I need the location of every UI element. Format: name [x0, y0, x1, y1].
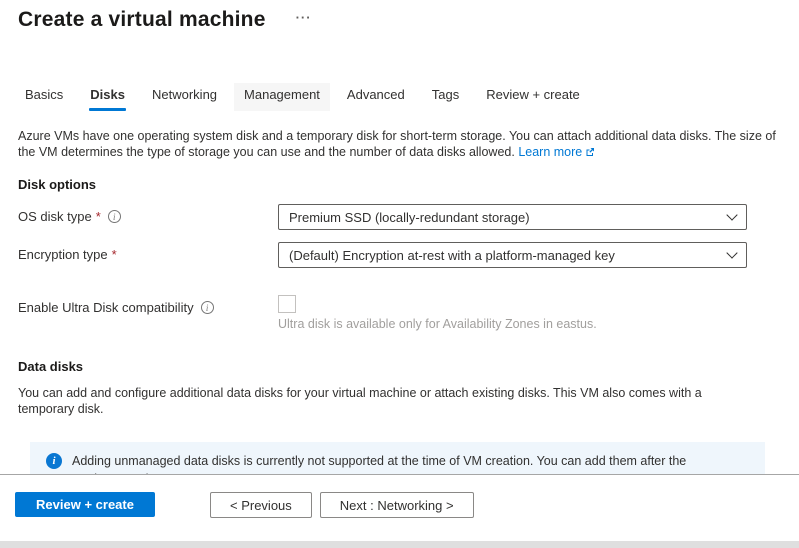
os-disk-type-select[interactable]: Premium SSD (locally-redundant storage) [278, 204, 747, 230]
page-content: Create a virtual machine ··· Basics Disk… [0, 0, 799, 474]
intro-paragraph: Azure VMs have one operating system disk… [18, 128, 780, 161]
more-options-button[interactable]: ··· [296, 9, 312, 27]
wizard-tabs: Basics Disks Networking Management Advan… [15, 83, 799, 111]
next-networking-button[interactable]: Next : Networking > [320, 492, 474, 518]
create-vm-page: Create a virtual machine ··· Basics Disk… [0, 0, 799, 548]
intro-text: Azure VMs have one operating system disk… [18, 129, 776, 159]
ultra-disk-row: Enable Ultra Disk compatibility i Ultra … [18, 295, 799, 332]
review-create-button[interactable]: Review + create [15, 492, 155, 517]
os-disk-type-row: OS disk type * i Premium SSD (locally-re… [18, 204, 799, 230]
section-heading-data-disks: Data disks [18, 359, 799, 374]
info-banner: i Adding unmanaged data disks is current… [30, 442, 765, 474]
ultra-disk-helper-text: Ultra disk is available only for Availab… [278, 317, 597, 332]
os-disk-type-label-text: OS disk type [18, 209, 92, 224]
ultra-disk-checkbox[interactable] [278, 295, 296, 313]
wizard-footer: Review + create < Previous Next : Networ… [0, 474, 799, 548]
info-icon-filled: i [46, 453, 62, 469]
encryption-type-label: Encryption type * [18, 242, 278, 268]
info-icon[interactable]: i [108, 210, 121, 223]
tab-basics[interactable]: Basics [15, 83, 73, 111]
bottom-strip [0, 541, 799, 548]
required-asterisk: * [96, 209, 101, 224]
tab-networking[interactable]: Networking [142, 83, 227, 111]
tab-advanced[interactable]: Advanced [337, 83, 415, 111]
info-banner-text: Adding unmanaged data disks is currently… [72, 452, 692, 474]
page-title: Create a virtual machine [18, 7, 266, 33]
os-disk-type-label: OS disk type * i [18, 204, 278, 230]
tab-tags[interactable]: Tags [422, 83, 469, 111]
chevron-down-icon [726, 247, 737, 258]
footer-buttons: Review + create < Previous Next : Networ… [0, 475, 799, 518]
encryption-type-row: Encryption type * (Default) Encryption a… [18, 242, 799, 268]
required-asterisk: * [112, 247, 117, 262]
tab-management[interactable]: Management [234, 83, 330, 111]
external-link-icon [585, 145, 595, 161]
data-disks-description: You can add and configure additional dat… [18, 385, 758, 417]
ultra-disk-label-text: Enable Ultra Disk compatibility [18, 300, 194, 315]
previous-button[interactable]: < Previous [210, 492, 312, 518]
os-disk-type-value: Premium SSD (locally-redundant storage) [289, 210, 530, 225]
encryption-type-select[interactable]: (Default) Encryption at-rest with a plat… [278, 242, 747, 268]
encryption-type-label-text: Encryption type [18, 247, 108, 262]
ultra-disk-label: Enable Ultra Disk compatibility i [18, 295, 278, 332]
section-heading-disk-options: Disk options [18, 177, 799, 192]
page-header: Create a virtual machine ··· [0, 0, 799, 33]
learn-more-link[interactable]: Learn more [518, 145, 582, 159]
tab-disks[interactable]: Disks [80, 83, 135, 111]
chevron-down-icon [726, 209, 737, 220]
ultra-disk-control: Ultra disk is available only for Availab… [278, 295, 597, 332]
tab-review-create[interactable]: Review + create [476, 83, 590, 111]
encryption-type-value: (Default) Encryption at-rest with a plat… [289, 248, 615, 263]
info-icon[interactable]: i [201, 301, 214, 314]
